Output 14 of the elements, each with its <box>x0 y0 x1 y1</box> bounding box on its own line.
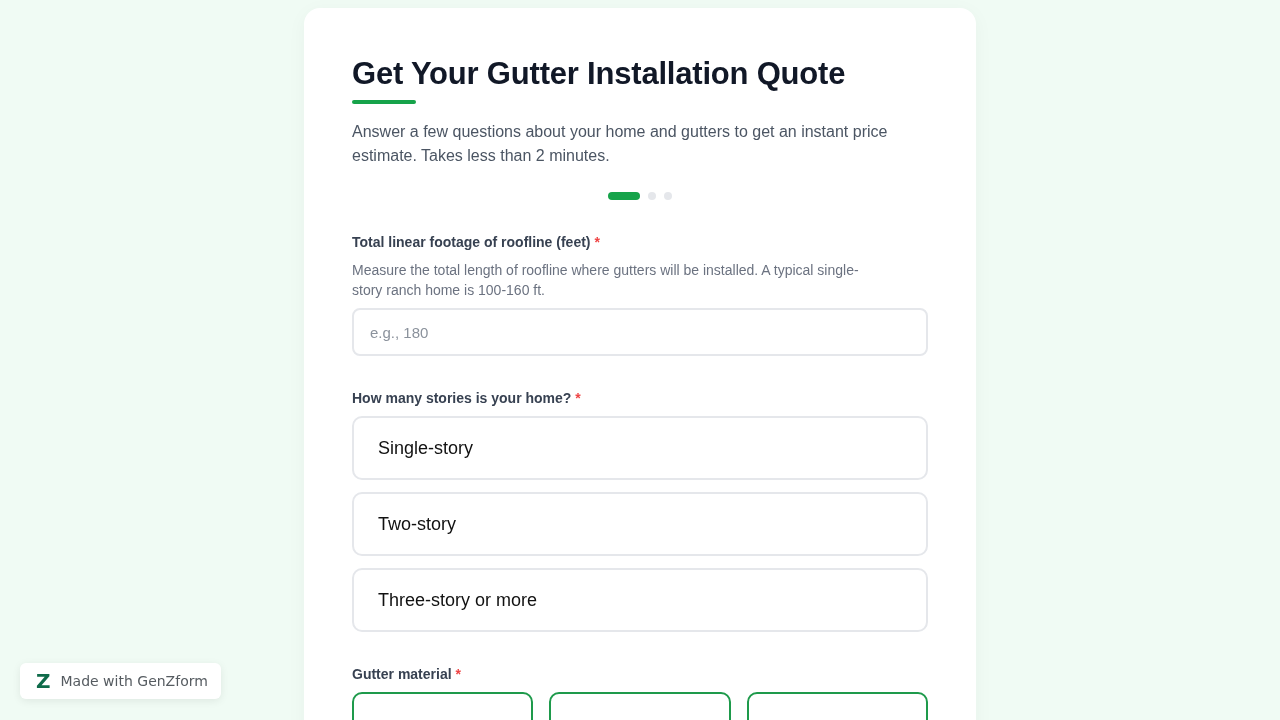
title-accent-bar <box>352 100 416 104</box>
field-label: Gutter material * <box>352 665 462 684</box>
made-with-badge[interactable]: Z Made with GenZform <box>20 663 221 699</box>
choice-option[interactable]: Single-story <box>352 416 928 480</box>
badge-text: Made with GenZform <box>60 673 208 689</box>
field-label: How many stories is your home? * <box>352 389 582 408</box>
brand-logo: Z <box>36 671 51 691</box>
form-title: Get Your Gutter Installation Quote <box>352 56 847 92</box>
choice-option[interactable]: Two-story <box>352 492 928 556</box>
choice-option[interactable]: Three-story or more <box>352 568 928 632</box>
footage-input[interactable]: e.g., 180 <box>352 308 928 356</box>
field-hint: Measure the total length of roofline where gutters will be installed. A typical single-story ranch home is 100-160 ft. <box>352 261 860 300</box>
form-description: Answer a few questions about your home and gutters to get an instant price estimate. Takes less than 2 minutes. <box>352 122 889 166</box>
field-label: Total linear footage of roofline (feet) * <box>352 233 601 252</box>
